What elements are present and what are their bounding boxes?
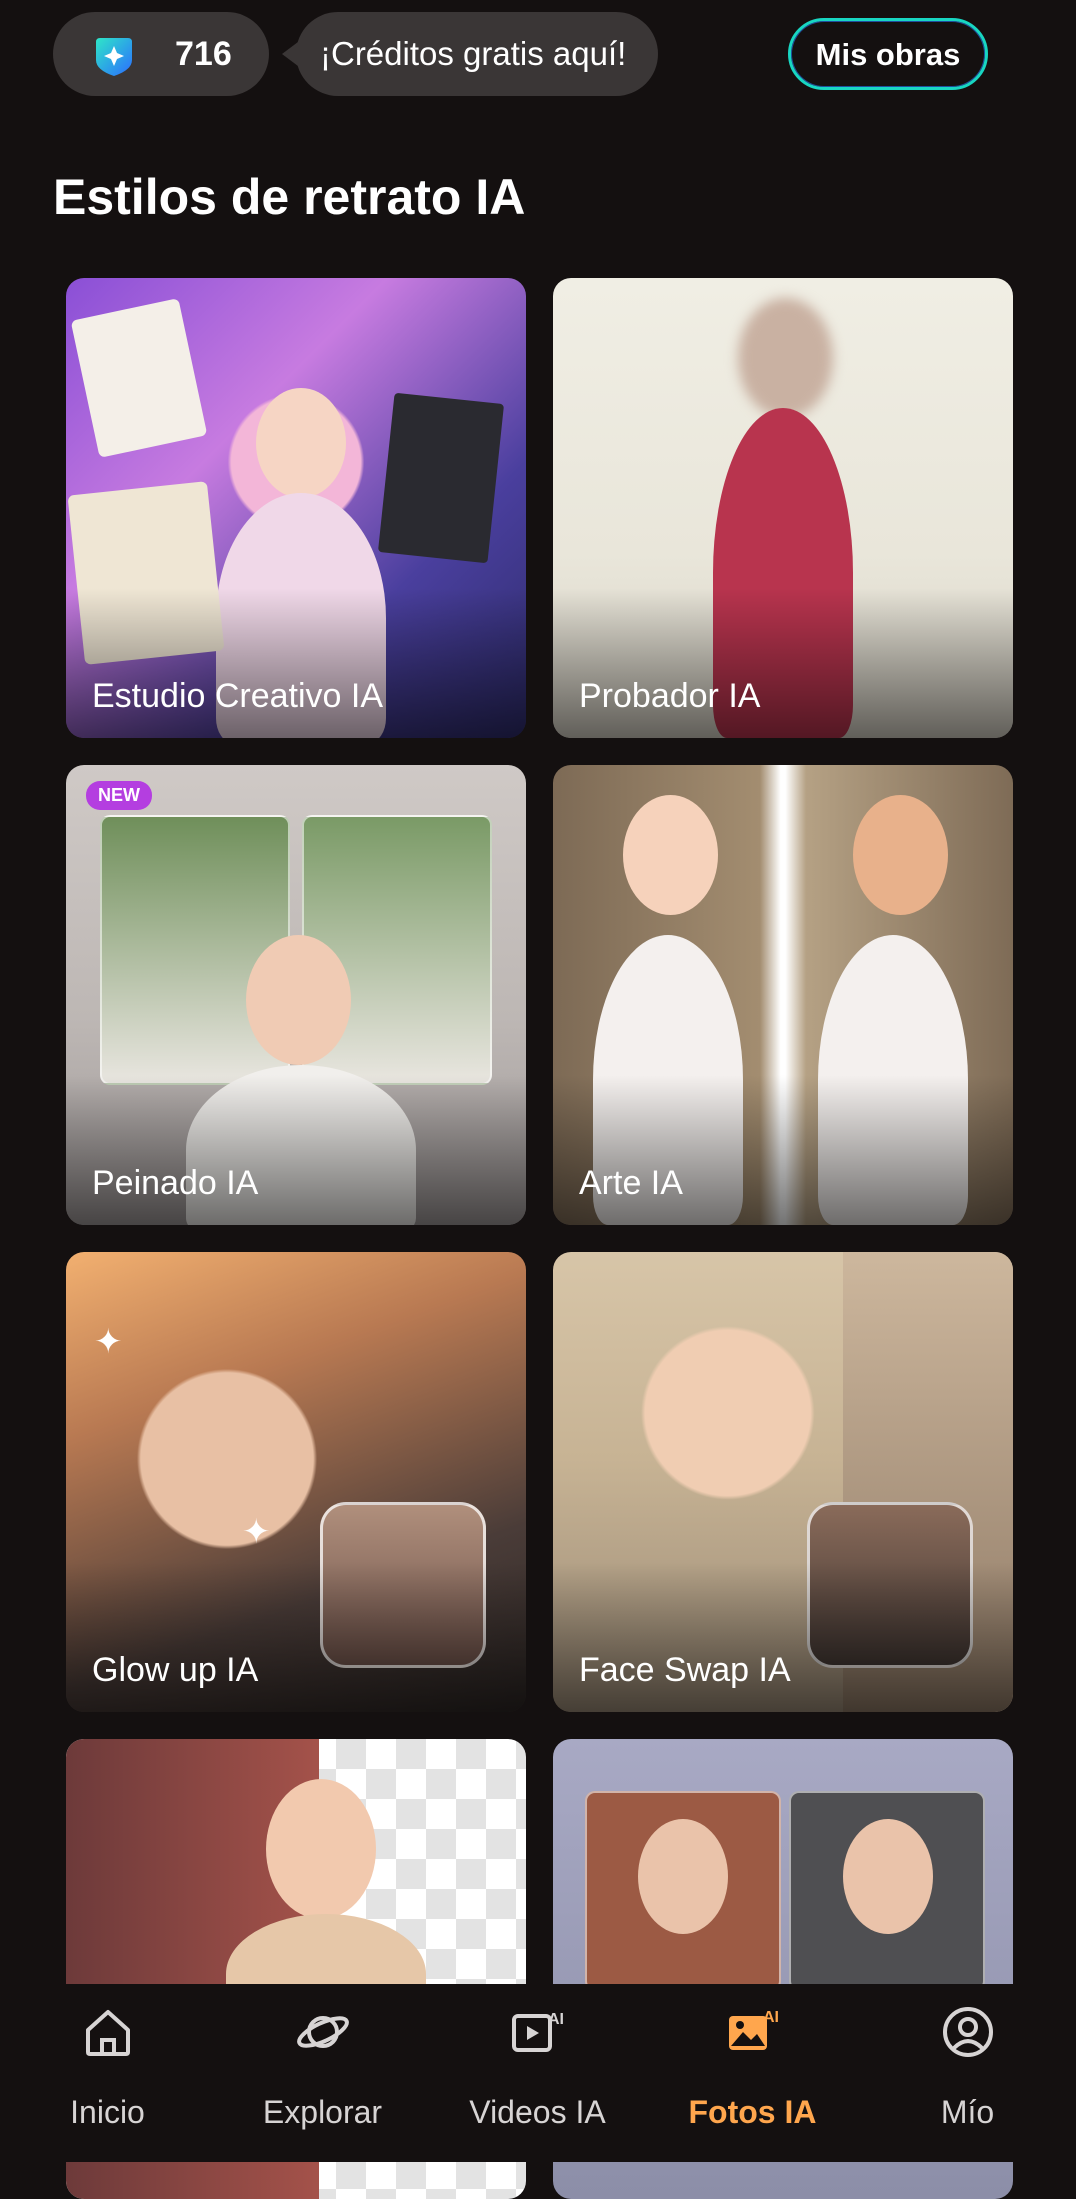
card-label: Glow up IA bbox=[92, 1651, 259, 1689]
nav-label: Videos IA bbox=[469, 2094, 606, 2130]
nav-label: Fotos IA bbox=[688, 2094, 817, 2130]
free-credits-text: ¡Créditos gratis aquí! bbox=[320, 35, 627, 72]
card-ai-hairstyle[interactable]: NEW Peinado IA bbox=[66, 765, 526, 1225]
sparkle-icon: ✦ bbox=[242, 1513, 271, 1551]
home-icon bbox=[85, 2010, 130, 2056]
sparkle-icon: ✦ bbox=[94, 1323, 123, 1361]
nav-label: Inicio bbox=[70, 2094, 145, 2130]
nav-item-ai-photos[interactable]: AI Fotos IA bbox=[645, 1984, 860, 2162]
card-label: Face Swap IA bbox=[579, 1651, 791, 1689]
nav-item-home[interactable]: Inicio bbox=[0, 1984, 215, 2162]
card-virtual-try-on[interactable]: Probador IA bbox=[553, 278, 1013, 738]
profile-icon bbox=[942, 2007, 993, 2057]
nav-label: Mío bbox=[940, 2094, 995, 2130]
nav-label: Explorar bbox=[262, 2094, 383, 2130]
new-badge: NEW bbox=[86, 781, 152, 810]
svg-text:AI: AI bbox=[763, 2009, 779, 2026]
bottom-navigation: Inicio Explorar AI Videos IA AI Fotos IA bbox=[0, 1984, 1076, 2162]
card-label: Probador IA bbox=[579, 677, 761, 715]
card-label: Peinado IA bbox=[92, 1164, 259, 1202]
section-title: Estilos de retrato IA bbox=[53, 169, 526, 225]
nav-item-explore[interactable]: Explorar bbox=[215, 1984, 430, 2162]
credits-pill[interactable]: 716 bbox=[53, 12, 269, 96]
nav-item-profile[interactable]: Mío bbox=[860, 1984, 1075, 2162]
card-face-swap[interactable]: Face Swap IA bbox=[553, 1252, 1013, 1712]
planet-icon bbox=[296, 2016, 349, 2048]
card-label: Estudio Creativo IA bbox=[92, 677, 384, 715]
my-works-button[interactable]: Mis obras bbox=[788, 18, 988, 90]
nav-item-ai-videos[interactable]: AI Videos IA bbox=[430, 1984, 645, 2162]
credit-gem-icon bbox=[96, 38, 132, 76]
card-creative-studio[interactable]: Estudio Creativo IA bbox=[66, 278, 526, 738]
ai-video-icon: AI bbox=[511, 2011, 564, 2052]
card-label: Arte IA bbox=[579, 1164, 683, 1202]
credits-value: 716 bbox=[175, 35, 232, 73]
ai-photo-icon: AI bbox=[728, 2009, 779, 2050]
free-credits-bubble[interactable]: ¡Créditos gratis aquí! bbox=[282, 12, 658, 96]
svg-text:AI: AI bbox=[548, 2011, 564, 2028]
card-ai-art[interactable]: Arte IA bbox=[553, 765, 1013, 1225]
card-glow-up[interactable]: ✦ ✦ Glow up IA bbox=[66, 1252, 526, 1712]
